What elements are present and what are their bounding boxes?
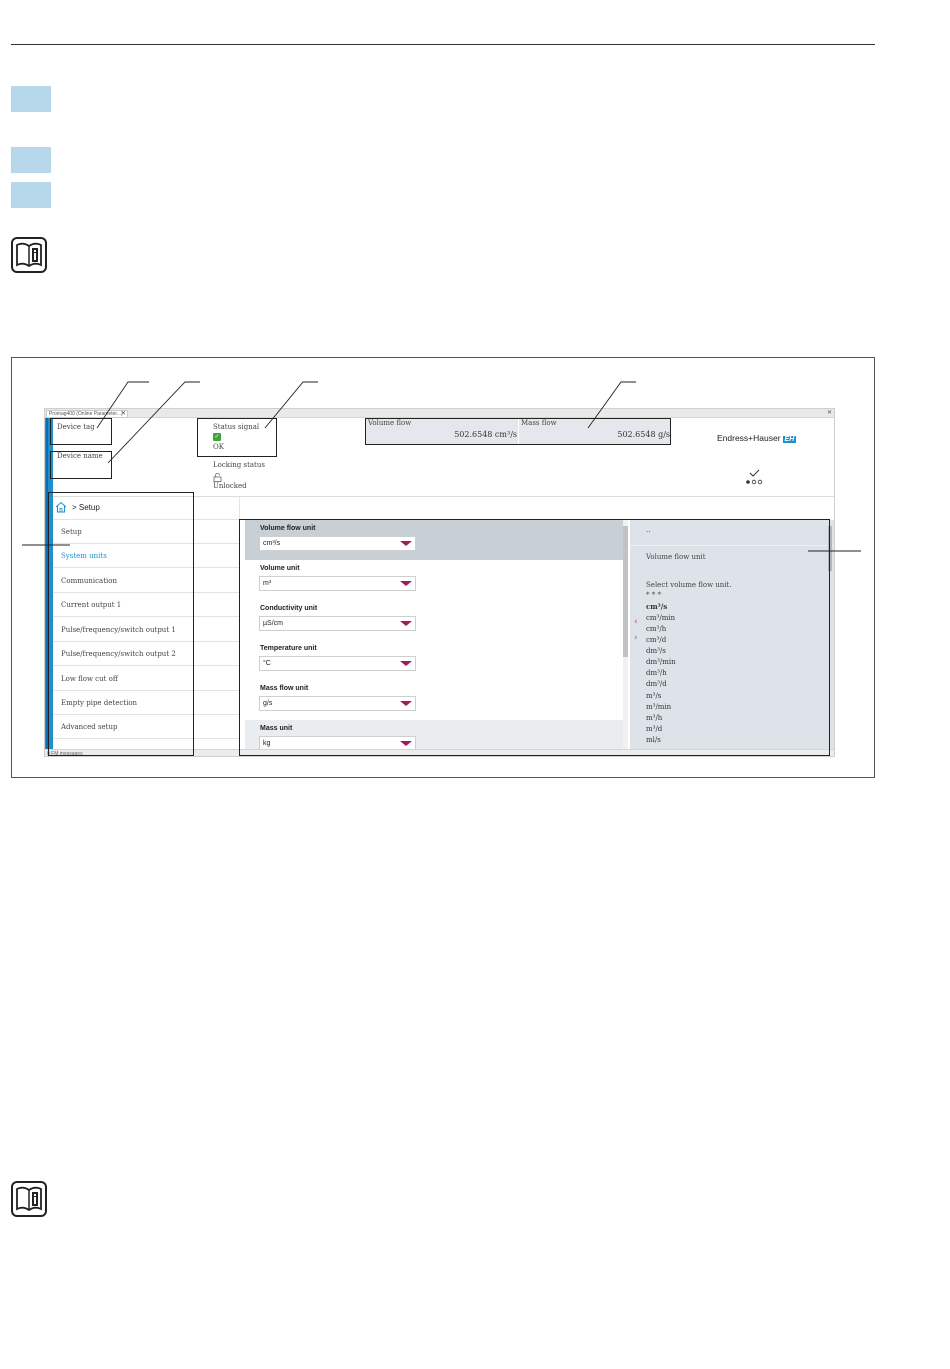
callout-frame-status (197, 418, 277, 457)
callout-frame-device-name (50, 451, 112, 479)
window-close-icon[interactable]: ✕ (827, 409, 832, 416)
callout-frame-device-tag (50, 418, 112, 445)
step-marker-2 (11, 147, 51, 173)
tab-bar (45, 409, 834, 418)
callout-frame-measured-values (365, 418, 671, 445)
callout-frame-working-area (239, 519, 830, 756)
tab-close-icon[interactable]: ✕ (121, 410, 126, 417)
callout-frame-navigation (48, 492, 194, 756)
device-status-icon[interactable] (745, 469, 765, 487)
brand-logo: Endress+Hauser EH (717, 433, 797, 443)
reference-book-icon (11, 1181, 47, 1217)
header-rule (11, 44, 875, 45)
step-marker-3 (11, 182, 51, 208)
locking-status-value: Unlocked (213, 482, 247, 490)
locking-status-label: Locking status (213, 461, 265, 469)
tab-online-parameter[interactable]: Promag400 (Online Parameter...) (46, 410, 128, 418)
reference-book-icon (11, 237, 47, 273)
step-marker-1 (11, 86, 51, 112)
brand-mark: EH (782, 436, 797, 443)
brand-name: Endress+Hauser (717, 433, 781, 443)
unlocked-icon (213, 473, 222, 482)
